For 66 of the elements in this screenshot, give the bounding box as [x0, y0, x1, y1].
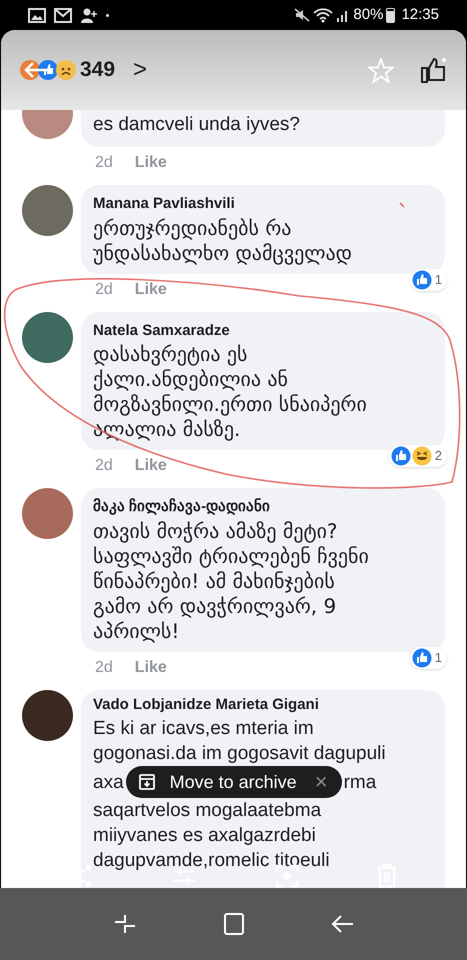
sad-emoji-icon — [55, 59, 77, 81]
like-reaction-icon — [412, 270, 432, 290]
like-link[interactable]: Like — [134, 454, 167, 478]
reaction-count: 1 — [434, 270, 442, 289]
avatar — [22, 690, 73, 740]
comment-text: gogonasi.da im gogosavit dagupuli — [93, 742, 386, 766]
comment-text: ერთუჯრედიანებს რა — [93, 216, 292, 240]
comment-text: დასახვრეტია ეს — [93, 342, 248, 367]
comment-text: es damcveli unda iyves? — [93, 113, 300, 137]
home-icon[interactable] — [222, 912, 246, 936]
reaction-count: 2 — [434, 447, 442, 466]
comment-time: 2d — [95, 280, 113, 300]
comment-text: axa — [93, 770, 124, 794]
star-icon[interactable] — [368, 58, 394, 82]
avatar — [22, 488, 73, 539]
comment-text: თავის მოჭრა ამაზე მეტი? — [93, 518, 338, 544]
reaction-count: 1 — [434, 648, 442, 667]
comment-author[interactable]: მაკა ჩილაჩავა-დადიანი — [93, 496, 433, 518]
comment-text: გამო არ დავჭრილვარ, 9 — [93, 594, 336, 618]
comment-author[interactable]: Natela Samxaradze — [93, 320, 433, 342]
wifi-icon — [313, 8, 334, 22]
comment-text: dagupvamde,romelic titoeuli — [93, 849, 330, 873]
reaction-badge[interactable]: 1 — [410, 646, 447, 668]
angry-emoji-icon — [19, 59, 41, 81]
comment-text: ალალია მასზე. — [93, 417, 240, 442]
comment-time: 2d — [95, 153, 113, 173]
comment-text: წინაპრები! ამ მახინჯების — [93, 568, 335, 594]
toast-message: Move to archive — [170, 770, 297, 794]
reaction-badge[interactable]: 1 — [410, 268, 447, 290]
comment-author[interactable]: Vado Lobjanidze Marieta Gigani — [93, 694, 433, 716]
comment-text: Es ki ar icavs,es mteria im — [93, 717, 314, 741]
comment-author[interactable]: Manana Pavliashvili — [93, 193, 433, 216]
gallery-icon — [28, 8, 46, 22]
mail-icon — [54, 8, 72, 22]
like-link[interactable]: Like — [134, 278, 167, 302]
avatar — [22, 312, 73, 362]
reaction-count[interactable]: 349 — [80, 54, 116, 86]
chevron-icon[interactable]: > — [133, 52, 148, 88]
avatar — [22, 185, 73, 236]
archive-icon — [138, 773, 156, 791]
like-link[interactable]: Like — [134, 656, 167, 680]
reaction-badge[interactable]: 2 — [388, 445, 447, 467]
mute-icon — [294, 8, 310, 22]
comment-text: უნდასახალხო დამცველად — [93, 240, 352, 266]
laughing-emoji-icon — [412, 446, 432, 466]
person-add-icon — [80, 7, 98, 23]
like-emoji-icon — [37, 59, 59, 81]
comment-text: saqartvelos mogalaatebma — [93, 799, 322, 823]
recent-apps-icon[interactable] — [112, 912, 136, 936]
comment-text: საფლავში ტრიალებენ ჩვენი — [93, 544, 369, 568]
close-button[interactable]: × — [314, 771, 328, 793]
battery-percentage: 80% — [353, 4, 384, 25]
comment-text: აპრილს! — [93, 618, 180, 644]
comment-time: 2d — [95, 658, 113, 678]
like-link[interactable]: Like — [134, 151, 167, 175]
like-reaction-icon — [390, 446, 411, 466]
comment-text: miiyvanes es axalgazrdebi — [93, 824, 316, 848]
comment-time: 2d — [95, 456, 113, 476]
thumbs-up-icon[interactable] — [420, 56, 448, 84]
comment-text: rma — [344, 770, 376, 794]
comment-text: ქალი.ანდებილია ან — [93, 367, 288, 392]
like-reaction-icon — [412, 648, 432, 668]
comment-text: მოგზავნილი.ერთი სნაიპერი — [93, 392, 367, 417]
back-arrow-icon[interactable] — [23, 61, 49, 79]
battery-icon — [386, 8, 396, 22]
clock: 12:35 — [401, 4, 439, 25]
